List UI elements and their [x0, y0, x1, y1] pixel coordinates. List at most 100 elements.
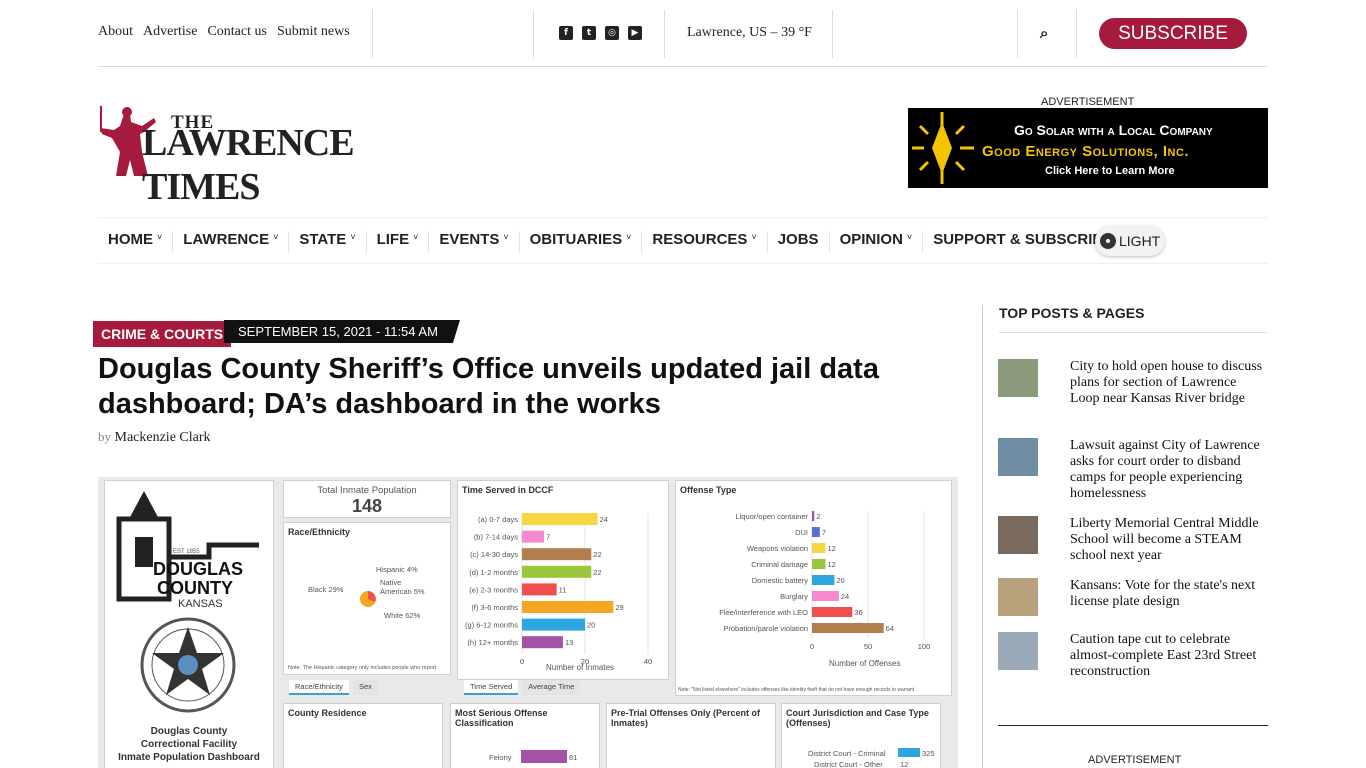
ad-line-3: Click Here to Learn More	[1045, 165, 1175, 177]
about-link[interactable]: About	[98, 24, 133, 40]
data-label: 24	[841, 592, 849, 601]
chevron-down-icon: ˅	[906, 232, 913, 242]
bar	[812, 623, 884, 633]
data-label: 20	[587, 621, 595, 630]
post-title-link[interactable]: City to hold open house to discuss plans…	[1070, 359, 1268, 407]
sidebar-rule	[998, 725, 1268, 726]
offense-chart: 0 50 100 Liquor/open container 2 DUI 7 Weapons …	[719, 511, 930, 651]
court-bar-criminal	[898, 748, 920, 757]
chevron-down-icon: ˅	[413, 232, 419, 242]
divider	[372, 10, 373, 58]
nav-item-resources[interactable]: RESOURCES ˅	[642, 231, 768, 253]
offense-xlabel: Number of Offenses	[829, 659, 901, 668]
time-served-chart: 0 20 40 (a) 0-7 days 24 (b) 7-14 days 7 (c) 14-…	[465, 513, 652, 666]
bar	[812, 559, 826, 569]
bar	[522, 618, 585, 631]
nav-item-jobs[interactable]: JOBS	[768, 231, 830, 253]
data-label: 12	[827, 560, 835, 569]
top-links: About Advertise Contact us Submit news	[98, 24, 350, 40]
post-title-link[interactable]: Caution tape cut to celebrate almost-com…	[1070, 632, 1268, 680]
category-label: (h) 12+ months	[467, 638, 518, 647]
post-title-link[interactable]: Kansans: Vote for the state's next licen…	[1070, 578, 1268, 610]
felony-bar	[521, 750, 567, 763]
chevron-down-icon: ˅	[751, 232, 757, 242]
search-icon[interactable]: ⌕	[1040, 24, 1048, 42]
tab-time-served[interactable]: Time Served	[464, 680, 519, 695]
race-panel: Race/Ethnicity Hispanic 4% Native Americ…	[283, 522, 451, 675]
advertise-link[interactable]: Advertise	[143, 24, 197, 40]
category-label: (d) 1-2 months	[469, 568, 518, 577]
total-population-panel: Total Inmate Population 148	[283, 480, 451, 518]
category-label: Burglary	[780, 592, 808, 601]
category-label: Criminal damage	[751, 560, 808, 569]
tab-race[interactable]: Race/Ethnicity	[289, 680, 349, 695]
sidebar-title: TOP POSTS & PAGES	[999, 305, 1268, 333]
tab-sex[interactable]: Sex	[352, 680, 378, 695]
post-thumbnail[interactable]	[998, 359, 1038, 397]
weather-widget: Lawrence, US – 39 °F	[687, 25, 812, 40]
data-label: 29	[615, 603, 623, 612]
nav-list: HOME ˅ LAWRENCE ˅ STATE ˅ LIFE ˅ EVENTS ˅ OBITUARI…	[98, 231, 1132, 253]
bar	[522, 513, 598, 525]
ad-line-2: Good Energy Solutions, Inc.	[982, 143, 1190, 160]
tab-average-time[interactable]: Average Time	[522, 680, 581, 695]
data-label: 22	[593, 550, 601, 559]
post-thumbnail[interactable]	[998, 516, 1038, 554]
nav-item-home[interactable]: HOME ˅	[98, 231, 174, 253]
solar-ad-banner[interactable]: Go Solar with a Local Company Good Energ…	[908, 108, 1268, 188]
post-thumbnail[interactable]	[998, 578, 1038, 616]
x-tick-label: 40	[644, 657, 652, 666]
facebook-icon[interactable]: f	[559, 26, 573, 40]
main-nav: HOME ˅ LAWRENCE ˅ STATE ˅ LIFE ˅ EVENTS ˅ OBITUARI…	[98, 217, 1268, 264]
nav-item-opinion[interactable]: OPINION ˅	[830, 231, 924, 253]
nav-item-events[interactable]: EVENTS ˅	[429, 231, 520, 253]
data-label: 7	[546, 533, 550, 542]
total-value: 148	[351, 496, 383, 516]
dashboard-logo-panel: EST 1855 DOUGLAS COUNTY KANSAS Douglas C…	[104, 480, 274, 768]
sidebar-divider	[982, 305, 983, 768]
contact-link[interactable]: Contact us	[207, 24, 267, 40]
chevron-down-icon: ˅	[273, 232, 279, 242]
category-label: Domestic battery	[752, 576, 809, 585]
category-label: (b) 7-14 days	[474, 533, 518, 542]
category-badge[interactable]: CRIME & COURTS	[93, 321, 232, 347]
race-tabs: Race/Ethnicity Sex	[289, 680, 378, 695]
x-tick-label: 0	[810, 642, 814, 651]
nav-item-obituaries[interactable]: OBITUARIES ˅	[520, 231, 643, 253]
offense-panel: Offense Type 0 50 100 Liquor/open container…	[675, 480, 952, 696]
data-label: 64	[886, 624, 894, 633]
category-label: DUI	[795, 528, 808, 537]
divider	[1017, 10, 1018, 58]
post-thumbnail[interactable]	[998, 632, 1038, 670]
bar	[522, 583, 557, 596]
subscribe-button[interactable]: SUBSCRIBE	[1099, 18, 1247, 49]
post-title-link[interactable]: Lawsuit against City of Lawrence asks fo…	[1070, 438, 1268, 502]
total-label: Total Inmate Population	[317, 485, 417, 496]
submit-news-link[interactable]: Submit news	[277, 24, 350, 40]
bar	[812, 575, 835, 585]
twitter-icon[interactable]: t	[582, 26, 596, 40]
post-title-link[interactable]: Liberty Memorial Central Middle School w…	[1070, 516, 1268, 564]
theme-toggle[interactable]: LIGHT	[1095, 226, 1165, 256]
nav-item-life[interactable]: LIFE ˅	[367, 231, 430, 253]
instagram-icon[interactable]: ◎	[605, 26, 619, 40]
logo-est: EST 1855	[173, 549, 200, 555]
divider	[664, 10, 665, 58]
data-label: 13	[565, 638, 573, 647]
article-title: Douglas County Sheriff’s Office unveils …	[98, 353, 879, 420]
nav-item-state[interactable]: STATE ˅	[289, 231, 367, 253]
bar	[812, 591, 839, 601]
chevron-down-icon: ˅	[350, 232, 356, 242]
dash-logo-title2: COUNTY	[157, 578, 233, 598]
data-label: 11	[559, 585, 567, 594]
serious-offense-panel: Most Serious Offense Classification Felo…	[450, 703, 600, 768]
author-link[interactable]: Mackenzie Clark	[115, 430, 211, 445]
bar	[522, 636, 563, 649]
category-label: (e) 2-3 months	[469, 585, 518, 594]
time-tabs: Time Served Average Time	[464, 680, 581, 695]
theme-toggle-label: LIGHT	[1119, 233, 1161, 249]
post-thumbnail[interactable]	[998, 438, 1038, 476]
nav-item-lawrence[interactable]: LAWRENCE ˅	[173, 231, 290, 253]
site-logo[interactable]: THE LAWRENCE TIMES	[98, 104, 458, 208]
youtube-icon[interactable]: ▶	[628, 26, 642, 40]
